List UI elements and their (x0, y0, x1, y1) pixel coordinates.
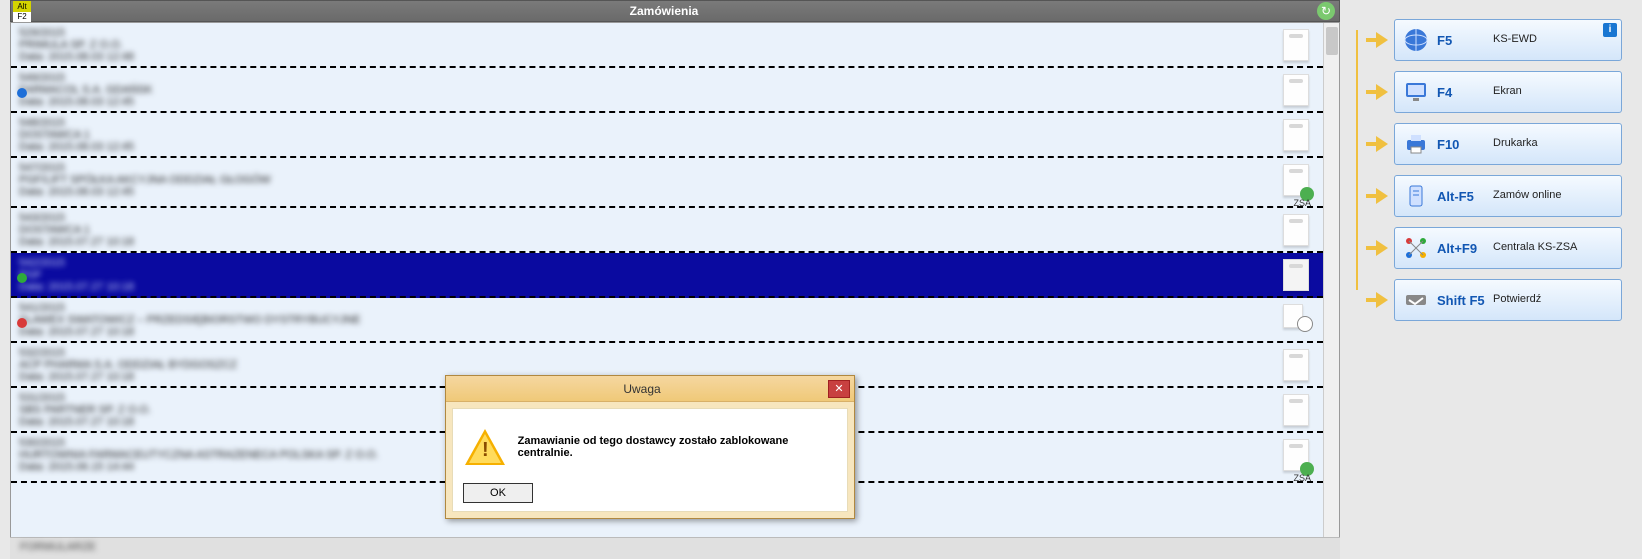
row-number: 541/2015 (19, 302, 1323, 314)
list-item[interactable]: 547/2015PGF/LIFT SPÓŁKA AKCYJNA ODDZIAŁ … (11, 158, 1323, 208)
list-item[interactable]: 543/2015DOSTAWCA 1Data: 2015.07.27 10:18 (11, 208, 1323, 253)
row-number: 529/2015 (19, 27, 1323, 39)
row-number: 547/2015 (19, 162, 1323, 174)
dialog-title: Uwaga (456, 382, 828, 396)
zsa-label: ZSA (1293, 198, 1311, 208)
clipboard-icon (1283, 214, 1309, 246)
arrow-icon (1366, 30, 1390, 50)
online-icon (1403, 183, 1429, 209)
row-vendor: PGF (19, 269, 1323, 281)
arrow-icon (1366, 238, 1390, 258)
row-date: Data: 2015.08.03 12:45 (19, 96, 1323, 108)
scrollbar[interactable]: ▲ ▼ (1323, 23, 1339, 558)
side-button-f10[interactable]: F10 Drukarka (1394, 123, 1622, 165)
clipboard-clock-icon (1283, 304, 1309, 330)
list-item[interactable]: 549/2015FARMACOL S.A. GDAŃSKData: 2015.0… (11, 68, 1323, 113)
clipboard-icon (1283, 74, 1309, 106)
refresh-icon[interactable]: ↻ (1317, 2, 1335, 20)
row-date: Data: 2015.07.27 10:18 (19, 236, 1323, 248)
side-button-label: Centrala KS-ZSA (1493, 241, 1577, 254)
status-dot-icon (17, 318, 27, 328)
clipboard-zsa-icon (1283, 164, 1309, 196)
dialog-body: ! Zamawianie od tego dostawcy zostało za… (452, 408, 848, 512)
row-number: 542/2015 (19, 257, 1323, 269)
row-vendor: DOSTAWCA 1 (19, 129, 1323, 141)
orders-titlebar: Alt F2 Zamówienia ↻ (10, 0, 1340, 22)
clipboard-icon (1283, 259, 1309, 291)
row-vendor: DOSTAWCA 1 (19, 224, 1323, 236)
list-item[interactable]: 548/2015DOSTAWCA 1Data: 2015.08.03 12:45 (11, 113, 1323, 158)
monitor-icon (1403, 79, 1429, 105)
side-button-key: F10 (1437, 137, 1487, 152)
side-button-altf5[interactable]: Alt-F5 Zamów online (1394, 175, 1622, 217)
globe-icon (1403, 27, 1429, 53)
dialog-titlebar: Uwaga ✕ (446, 376, 854, 402)
side-button-altf9[interactable]: Alt+F9 Centrala KS-ZSA (1394, 227, 1622, 269)
side-button-label: KS-EWD (1493, 33, 1537, 46)
close-icon[interactable]: ✕ (828, 380, 850, 398)
side-button-label: Zamów online (1493, 189, 1561, 202)
f2-badge: F2 (13, 12, 31, 22)
row-number: 532/2015 (19, 347, 1323, 359)
row-number: 549/2015 (19, 72, 1323, 84)
row-vendor: ACP PHARMA S.A. ODDZIAŁ BYDGOSZCZ (19, 359, 1323, 371)
bottom-strip-label: FORMULARZE (20, 541, 96, 553)
arrow-icon (1366, 186, 1390, 206)
side-button-f5[interactable]: F5 KS-EWD i (1394, 19, 1622, 61)
row-date: Data: 2015.08.03 12:45 (19, 186, 1323, 198)
row-date: Data: 2015.08.03 12:45 (19, 141, 1323, 153)
bottom-strip: FORMULARZE (10, 537, 1340, 559)
clipboard-icon (1283, 349, 1309, 381)
warning-icon: ! (465, 427, 504, 467)
list-item[interactable]: 541/2015SLAWEX SWATOWICZ – PRZEDSIĘBIORS… (11, 298, 1323, 343)
arrow-icon (1366, 134, 1390, 154)
warning-dialog: Uwaga ✕ ! Zamawianie od tego dostawcy zo… (445, 375, 855, 519)
row-date: Data: 2015.08.03 12:48 (19, 51, 1323, 63)
alt-badge: Alt (13, 1, 31, 12)
side-button-key: Alt+F9 (1437, 241, 1487, 256)
clipboard-zsa-icon (1283, 439, 1309, 471)
row-vendor: FARMACOL S.A. GDAŃSK (19, 84, 1323, 96)
side-panel: F5 KS-EWD i F4 Ekran F10 Drukarka Alt-F5 Zamów o… (1346, 0, 1642, 559)
clipboard-icon (1283, 29, 1309, 61)
side-button-key: Alt-F5 (1437, 189, 1487, 204)
side-button-key: F4 (1437, 85, 1487, 100)
dialog-message: Zamawianie od tego dostawcy zostało zabl… (518, 427, 835, 459)
printer-icon (1403, 131, 1429, 157)
side-button-f4[interactable]: F4 Ekran (1394, 71, 1622, 113)
zsa-label: ZSA (1293, 473, 1311, 483)
side-button-shiftf5[interactable]: Shift F5 Potwierdź (1394, 279, 1622, 321)
clipboard-icon (1283, 119, 1309, 151)
ok-button[interactable]: OK (463, 483, 533, 503)
list-item[interactable]: 529/2015PRIMULA SP. Z O.O.Data: 2015.08.… (11, 23, 1323, 68)
info-badge-icon[interactable]: i (1603, 23, 1617, 37)
row-number: 543/2015 (19, 212, 1323, 224)
row-vendor: PRIMULA SP. Z O.O. (19, 39, 1323, 51)
side-button-key: Shift F5 (1437, 293, 1487, 308)
row-vendor: SLAWEX SWATOWICZ – PRZEDSIĘBIORSTWO DYST… (19, 314, 1323, 326)
status-dot-icon (17, 88, 27, 98)
clipboard-icon (1283, 394, 1309, 426)
row-date: Data: 2015.07.27 10:18 (19, 326, 1323, 338)
nodes-icon (1403, 235, 1429, 261)
row-vendor: PGF/LIFT SPÓŁKA AKCYJNA ODDZIAŁ GŁOGÓW (19, 174, 1323, 186)
connector-line (1356, 30, 1358, 290)
scroll-thumb[interactable] (1326, 27, 1338, 55)
row-date: Data: 2015.07.27 10:18 (19, 281, 1323, 293)
side-button-label: Potwierdź (1493, 293, 1541, 306)
arrow-icon (1366, 82, 1390, 102)
page-title: Zamówienia (11, 4, 1317, 18)
side-button-label: Ekran (1493, 85, 1522, 98)
side-button-label: Drukarka (1493, 137, 1538, 150)
list-item[interactable]: 542/2015PGFData: 2015.07.27 10:18 (11, 253, 1323, 298)
status-dot-icon (17, 273, 27, 283)
handshake-icon (1403, 287, 1429, 313)
side-button-key: F5 (1437, 33, 1487, 48)
arrow-icon (1366, 290, 1390, 310)
row-number: 548/2015 (19, 117, 1323, 129)
